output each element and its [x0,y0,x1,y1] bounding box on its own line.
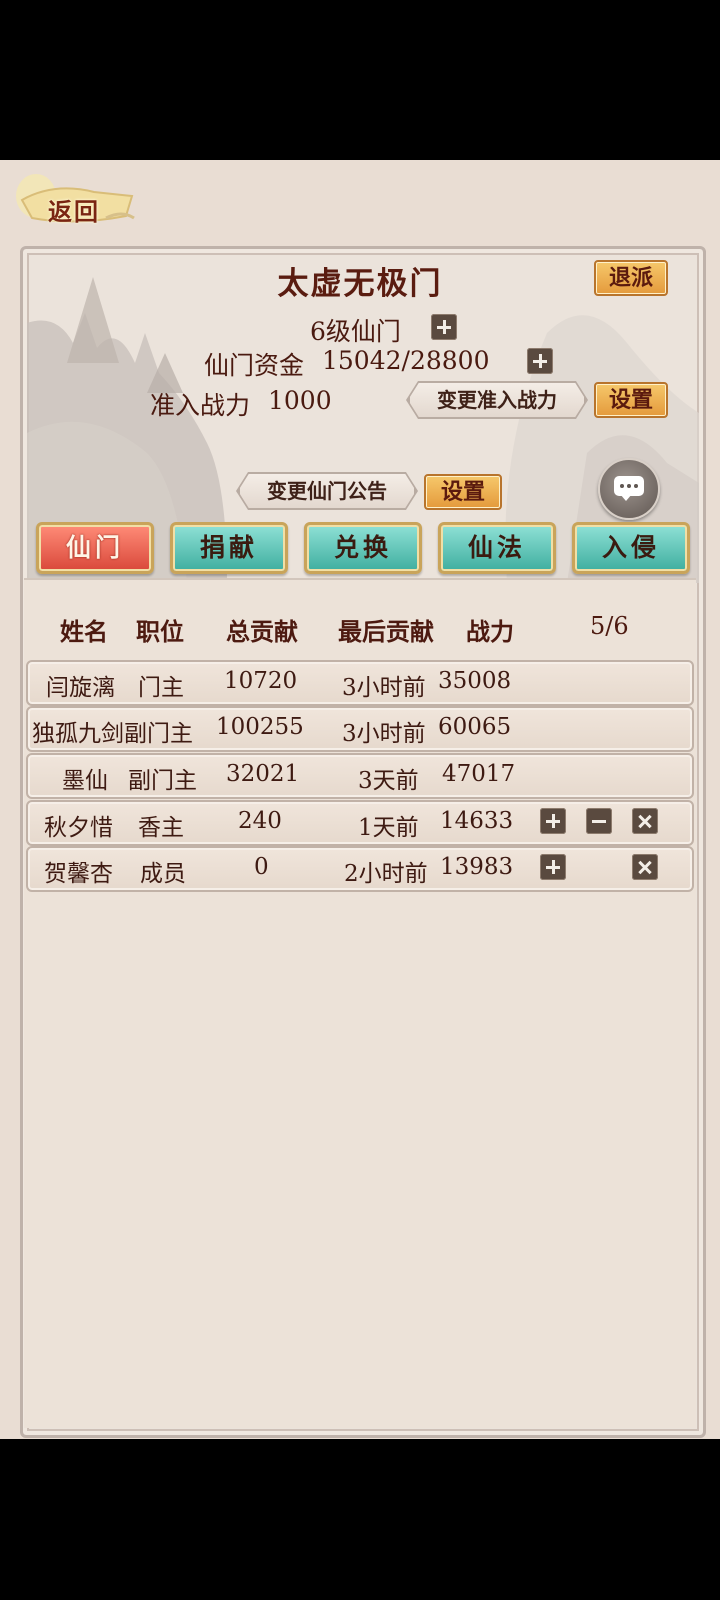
header-total: 总贡献 [226,617,298,646]
promote-plus-icon[interactable] [540,854,566,880]
change-power-frame: 变更准入战力 [406,381,588,419]
change-notice-button[interactable]: 变更仙门公告 [238,472,416,510]
header-name: 姓名 [60,617,108,646]
table-row[interactable]: 秋夕惜 香主 240 1天前 14633 [26,800,694,846]
member-power: 35008 [438,668,512,694]
member-role: 副门主 [128,768,197,794]
power-label: 准入战力 [150,391,251,420]
set-notice-button[interactable]: 设置 [424,474,502,510]
member-name: 墨仙 [62,768,108,794]
chat-bubble-icon [614,476,644,501]
upgrade-level-plus-icon[interactable] [431,314,457,340]
member-last-contribution: 2小时前 [344,861,428,887]
promote-plus-icon[interactable] [540,808,566,834]
tab-exchange[interactable]: 兑换 [304,522,422,574]
back-button[interactable]: 返回 [14,170,136,228]
table-row[interactable]: 独孤九剑 副门主 100255 3小时前 60065 [26,706,694,752]
member-total-contribution: 100255 [216,714,304,740]
member-role: 副门主 [124,721,193,747]
member-role: 门主 [138,675,184,701]
tab-sect[interactable]: 仙门 [36,522,154,574]
demote-minus-icon[interactable] [586,808,612,834]
table-row[interactable]: 墨仙 副门主 32021 3天前 47017 [26,753,694,799]
change-notice-frame: 变更仙门公告 [236,472,418,510]
member-name: 贺馨杏 [44,861,113,887]
member-total-contribution: 240 [238,808,282,834]
member-last-contribution: 1天前 [358,815,419,841]
funds-label: 仙门资金 [204,351,305,380]
member-last-contribution: 3小时前 [342,721,426,747]
member-power: 13983 [440,854,514,880]
table-row[interactable]: 闫旋漓 门主 10720 3小时前 35008 [26,660,694,706]
member-last-contribution: 3天前 [358,768,419,794]
set-power-button[interactable]: 设置 [594,382,668,418]
member-role: 香主 [138,815,184,841]
member-power: 60065 [438,714,512,740]
tab-donate[interactable]: 捐献 [170,522,288,574]
tab-spells[interactable]: 仙法 [438,522,556,574]
back-label: 返回 [48,197,100,226]
header-last: 最后贡献 [338,617,434,646]
remove-member-close-icon[interactable] [632,854,658,880]
member-total-contribution: 10720 [224,668,298,694]
leave-sect-button[interactable]: 退派 [594,260,668,296]
member-name: 秋夕惜 [44,815,113,841]
member-total-contribution: 32021 [226,761,300,787]
member-name: 闫旋漓 [46,675,115,701]
member-count: 5/6 [590,612,629,640]
member-power: 47017 [442,761,516,787]
add-funds-plus-icon[interactable] [527,348,553,374]
member-role: 成员 [140,861,186,887]
tab-invade[interactable]: 入侵 [572,522,690,574]
member-total-contribution: 0 [254,854,269,880]
power-value: 1000 [268,386,332,415]
chat-button[interactable] [598,458,660,520]
change-power-button[interactable]: 变更准入战力 [408,381,586,419]
sect-level: 6级仙门 [310,317,401,346]
remove-member-close-icon[interactable] [632,808,658,834]
member-last-contribution: 3小时前 [342,675,426,701]
header-power: 战力 [466,617,514,646]
sect-screen: 返回 太虚无极门 退派 6级仙门 仙门资金 15042/28800 准入战力 1… [0,160,720,1439]
table-row[interactable]: 贺馨杏 成员 0 2小时前 13983 [26,846,694,892]
header-role: 职位 [136,617,184,646]
funds-value: 15042/28800 [322,346,490,375]
member-power: 14633 [440,808,514,834]
member-name: 独孤九剑 [32,721,124,747]
